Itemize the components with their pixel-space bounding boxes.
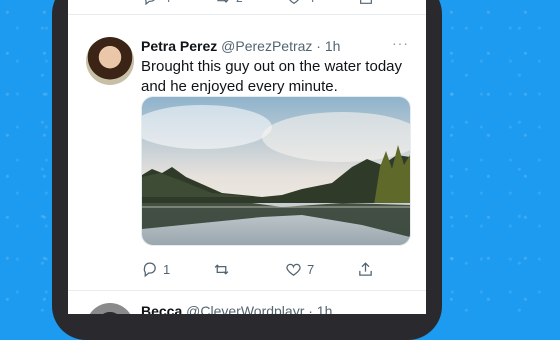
reply-button[interactable]: 4 — [142, 0, 171, 6]
author-handle-time[interactable]: @CleverWordplayr · 1h — [186, 303, 332, 314]
author-name[interactable]: Petra Perez — [141, 38, 217, 54]
more-options-icon[interactable]: ··· — [392, 35, 409, 51]
retweet-icon — [217, 0, 229, 3]
avatar[interactable] — [86, 37, 134, 85]
retweet-button[interactable]: 2 — [214, 0, 243, 6]
tweet-header: Petra Perez @PerezPetraz · 1h — [141, 37, 340, 55]
retweet-button[interactable] — [213, 261, 235, 278]
author-handle-time[interactable]: @PerezPetraz · 1h — [221, 38, 340, 54]
avatar[interactable] — [86, 303, 134, 314]
reply-count: 1 — [163, 262, 171, 277]
tweet-text: Brought this guy out on the water today … — [141, 58, 402, 95]
like-button[interactable]: 4 — [286, 0, 315, 6]
previous-tweet-actions: 4 2 4 — [68, 0, 426, 15]
share-button[interactable] — [357, 261, 374, 278]
tweet-media[interactable] — [141, 96, 411, 246]
share-icon — [360, 0, 372, 4]
lake-photo — [142, 97, 410, 245]
next-tweet[interactable]: Becca @CleverWordplayr · 1h — [68, 291, 426, 314]
retweet-icon — [214, 264, 229, 275]
like-count: 4 — [308, 0, 315, 5]
author-name[interactable]: Becca — [141, 303, 182, 314]
like-count: 7 — [307, 262, 315, 277]
twitter-timeline: 4 2 4 Petra Perez @PerezPetraz · 1h ··· … — [68, 0, 426, 314]
tweet-header: Becca @CleverWordplayr · 1h — [141, 303, 332, 314]
share-button[interactable] — [358, 0, 374, 6]
heart-icon — [286, 263, 301, 276]
retweet-count: 2 — [236, 0, 243, 5]
share-icon — [359, 262, 372, 276]
like-button[interactable]: 7 — [285, 261, 314, 278]
reply-count: 4 — [164, 0, 171, 5]
reply-icon — [143, 262, 156, 278]
reply-button[interactable]: 1 — [141, 261, 170, 278]
tweet[interactable]: Petra Perez @PerezPetraz · 1h ··· Brough… — [68, 25, 426, 290]
tweet-actions: 1 7 — [141, 261, 409, 281]
heart-icon — [289, 0, 299, 5]
reply-icon — [144, 0, 155, 6]
